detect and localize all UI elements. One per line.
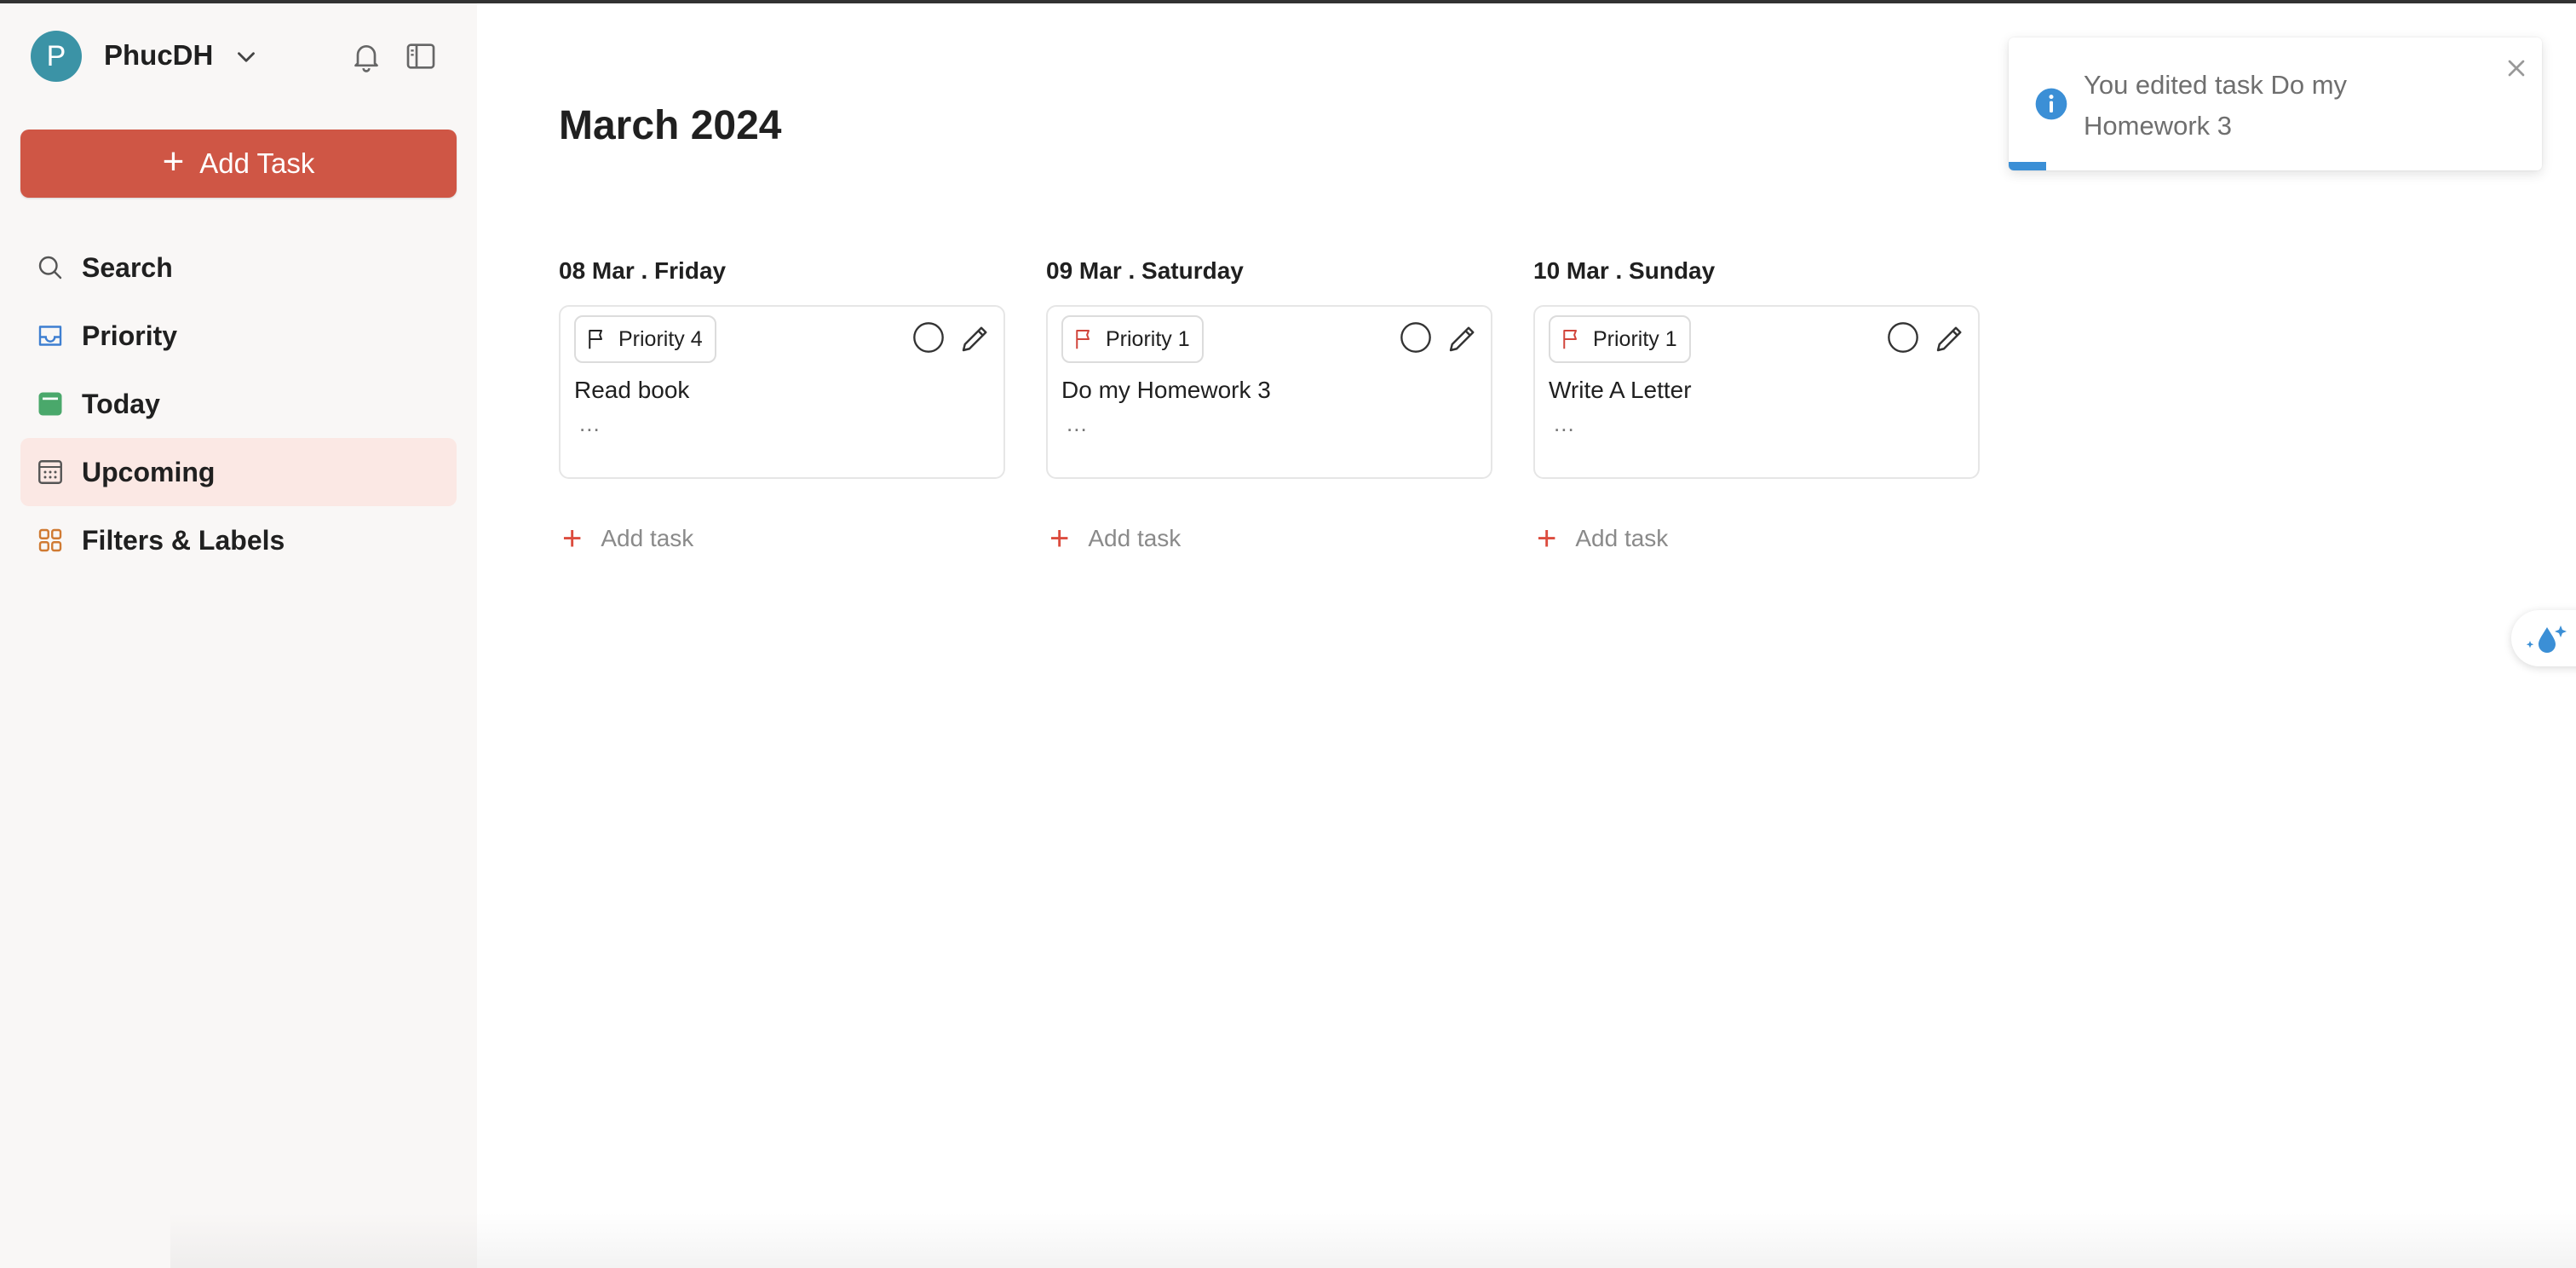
toast-message: You edited task Do my Homework 3 (2084, 70, 2348, 141)
complete-task-circle-icon[interactable] (1399, 320, 1433, 354)
edit-pencil-icon[interactable] (1932, 320, 1968, 356)
sidebar-item-label: Filters & Labels (82, 524, 285, 556)
priority-label: Priority 1 (1106, 326, 1190, 351)
add-task-link[interactable]: + Add task (559, 520, 1005, 557)
day-column: 08 Mar . Friday Priority 4 Read book ...… (559, 257, 1005, 557)
bottom-shadow (170, 1213, 2576, 1268)
sparkle-drop-icon (2526, 625, 2567, 653)
search-icon (34, 251, 66, 284)
grid-icon (34, 524, 66, 556)
page-title: March 2024 (559, 103, 782, 148)
add-task-link-label: Add task (1088, 525, 1182, 551)
inbox-icon (34, 320, 66, 352)
calendar-grid-icon (34, 456, 66, 488)
flag-icon (589, 330, 602, 349)
task-name: Read book (574, 377, 690, 403)
task-description: ... (579, 411, 601, 436)
sidebar-item-label: Today (82, 388, 160, 419)
sidebar-item-upcoming[interactable]: Upcoming (20, 438, 457, 506)
plus-icon: + (162, 141, 185, 182)
sidebar-item-label: Priority (82, 320, 178, 351)
toast-progress-bar (2009, 162, 2046, 170)
flag-icon (1563, 330, 1577, 349)
plus-icon: + (1049, 520, 1070, 557)
app-root: P PhucDH + Add Task Search Priority Toda… (0, 3, 2576, 1268)
edit-pencil-icon[interactable] (1445, 320, 1481, 356)
sidebar-item-label: Search (82, 251, 173, 283)
plus-icon: + (562, 520, 583, 557)
add-task-button-label: Add Task (199, 147, 315, 179)
info-icon (2035, 88, 2067, 120)
add-task-link[interactable]: + Add task (1046, 520, 1492, 557)
bell-icon[interactable] (349, 39, 383, 73)
sidebar-toggle-icon[interactable] (404, 39, 438, 73)
complete-task-circle-icon[interactable] (911, 320, 946, 354)
day-column-title: 10 Mar . Sunday (1533, 257, 1716, 284)
task-card[interactable]: Priority 1 Write A Letter ... (1533, 305, 1980, 479)
avatar[interactable]: P (31, 31, 82, 82)
day-column-title: 09 Mar . Saturday (1046, 257, 1244, 284)
sidebar-item-label: Upcoming (82, 456, 216, 487)
task-card[interactable]: Priority 1 Do my Homework 3 ... (1046, 305, 1492, 479)
toast-notification: You edited task Do my Homework 3 (2009, 37, 2542, 170)
complete-task-circle-icon[interactable] (1886, 320, 1920, 354)
edit-pencil-icon[interactable] (957, 320, 993, 356)
priority-badge[interactable]: Priority 1 (1549, 315, 1691, 363)
day-column: 10 Mar . Sunday Priority 1 Write A Lette… (1533, 257, 1980, 557)
add-task-link-label: Add task (601, 525, 694, 551)
user-name[interactable]: PhucDH (104, 39, 213, 72)
day-column: 09 Mar . Saturday Priority 1 Do my Homew… (1046, 257, 1492, 557)
task-card[interactable]: Priority 4 Read book ... (559, 305, 1005, 479)
main-content: March 2024 08 Mar . Friday Priority 4 Re… (477, 3, 2576, 1268)
close-icon[interactable] (2503, 55, 2530, 82)
task-name: Do my Homework 3 (1061, 377, 1271, 403)
add-task-button[interactable]: + Add Task (20, 130, 457, 198)
task-description: ... (1067, 411, 1088, 436)
add-task-link-label: Add task (1575, 525, 1669, 551)
sidebar: P PhucDH + Add Task Search Priority Toda… (0, 3, 477, 1268)
sidebar-item-priority[interactable]: Priority (20, 302, 457, 370)
priority-label: Priority 1 (1593, 326, 1677, 351)
sidebar-item-filters-labels[interactable]: Filters & Labels (20, 506, 457, 574)
priority-badge[interactable]: Priority 1 (1061, 315, 1204, 363)
calendar-today-icon (34, 388, 66, 420)
add-task-link[interactable]: + Add task (1533, 520, 1980, 557)
sidebar-item-search[interactable]: Search (20, 233, 457, 302)
priority-label: Priority 4 (618, 326, 703, 351)
task-description: ... (1554, 411, 1575, 436)
sidebar-nav: Search Priority Today Upcoming Filters &… (20, 233, 457, 574)
day-column-title: 08 Mar . Friday (559, 257, 727, 284)
priority-badge[interactable]: Priority 4 (574, 315, 716, 363)
flag-icon (1076, 330, 1090, 349)
chevron-down-icon[interactable] (232, 43, 261, 72)
sidebar-header: P PhucDH (31, 29, 448, 84)
task-name: Write A Letter (1549, 377, 1692, 403)
plus-icon: + (1537, 520, 1557, 557)
sidebar-item-today[interactable]: Today (20, 370, 457, 438)
assistant-float-button[interactable] (2511, 610, 2576, 666)
